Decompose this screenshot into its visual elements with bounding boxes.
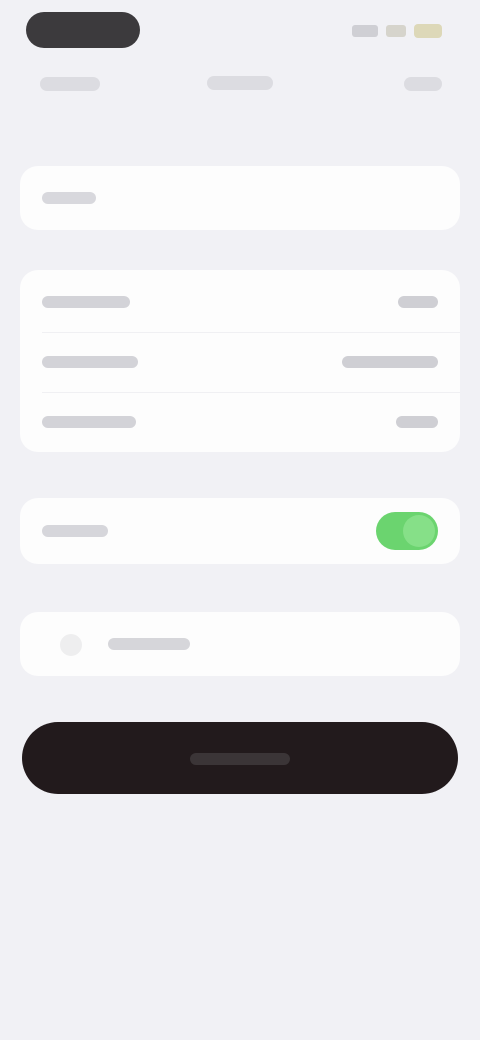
details-row-value	[398, 296, 438, 308]
nav-right-label	[404, 77, 442, 91]
toggle-label	[42, 525, 108, 537]
details-row[interactable]	[20, 272, 460, 332]
toggle-switch[interactable]	[376, 512, 438, 550]
details-card	[20, 270, 460, 452]
wifi-icon	[386, 25, 406, 37]
details-row-value	[342, 356, 438, 368]
primary-action-button[interactable]	[22, 722, 458, 794]
plus-circle-icon	[60, 634, 82, 656]
status-bar	[0, 0, 480, 60]
details-row[interactable]	[20, 332, 460, 392]
details-row-label	[42, 356, 138, 368]
nav-right-button[interactable]	[404, 76, 442, 96]
toggle-knob	[403, 515, 435, 547]
navigation-bar	[0, 62, 480, 110]
add-row-card[interactable]	[20, 612, 460, 676]
time-pill	[26, 12, 140, 48]
name-input[interactable]	[20, 166, 460, 230]
name-card	[20, 166, 460, 230]
nav-title-label	[207, 76, 273, 90]
battery-icon	[414, 24, 442, 38]
cellular-signal-icon	[352, 25, 378, 37]
details-row-value	[396, 416, 438, 428]
toggle-card	[20, 498, 460, 564]
details-row-label	[42, 296, 130, 308]
details-row-label	[42, 416, 136, 428]
primary-button-label	[190, 753, 290, 765]
status-icons	[352, 22, 442, 40]
add-row-label	[108, 638, 190, 650]
details-row[interactable]	[20, 392, 460, 452]
